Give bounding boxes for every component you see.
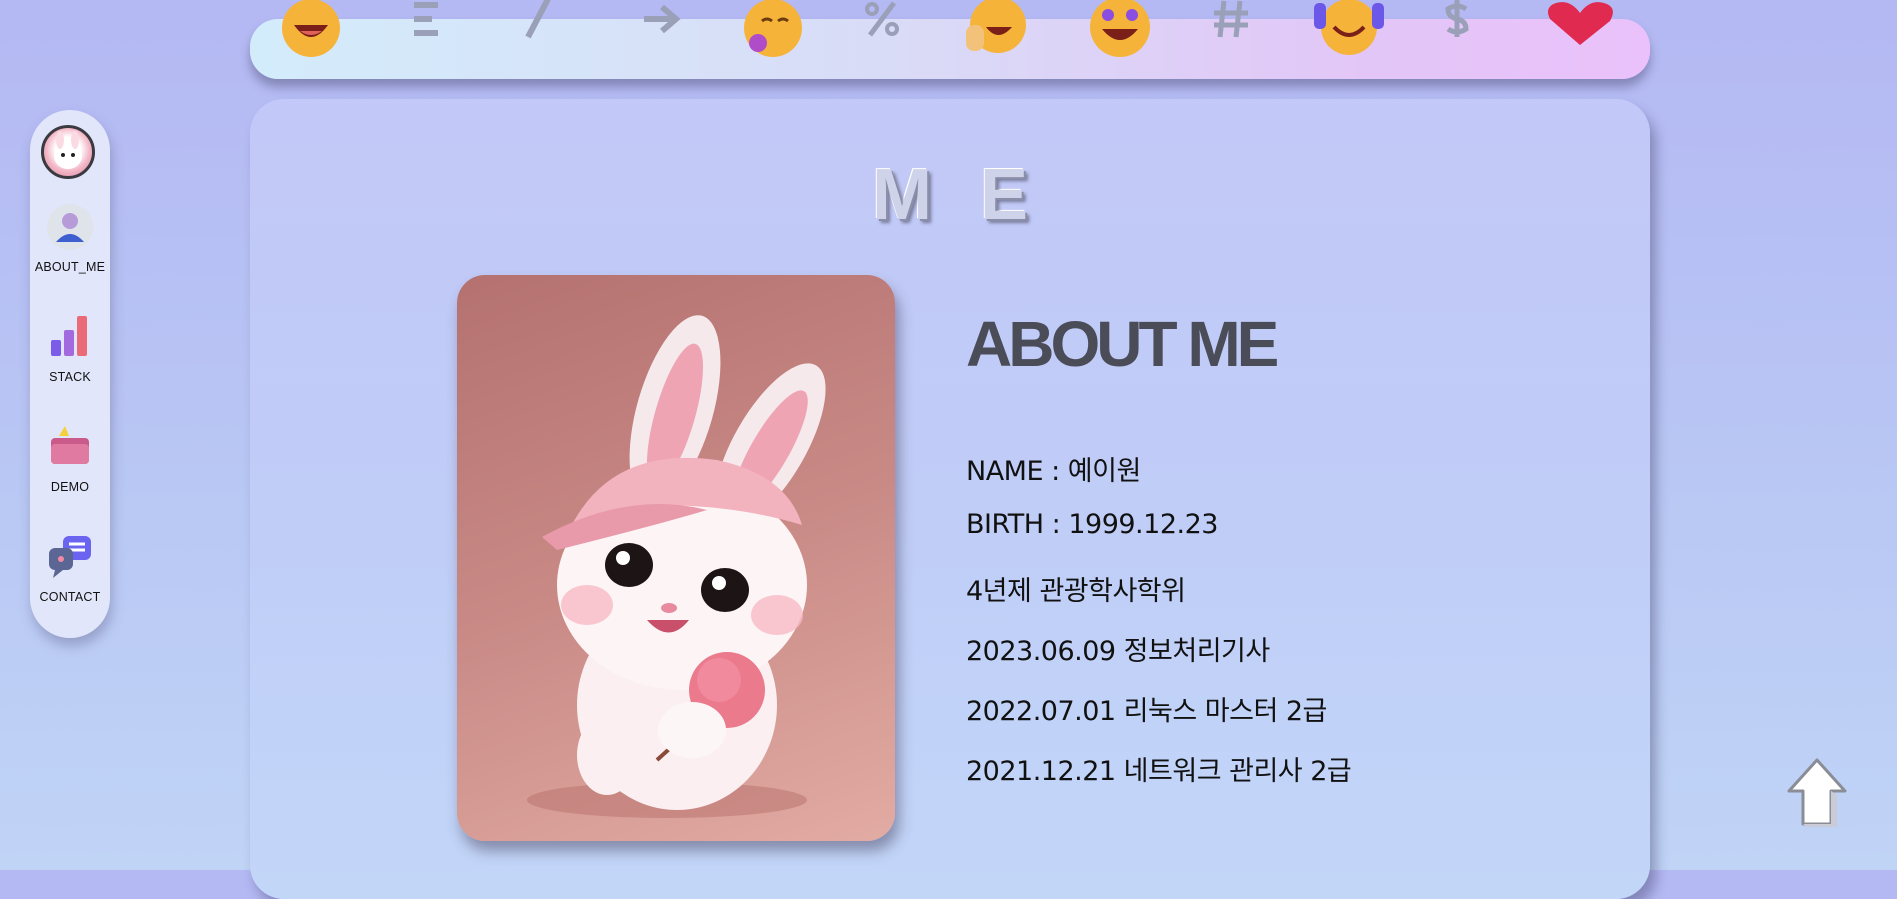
heart-emoji-icon [1540,0,1626,49]
scroll-top-arrow-icon [1787,758,1847,827]
info-certificate: 2023.06.09 정보처리기사 [966,636,1270,667]
victory-hand-emoji-icon [962,0,1028,59]
chrome-letter-decoration [408,0,448,39]
section-heading: ME [872,155,1076,235]
sidebar-nav: ABOUT_ME STACK DEMO CONTACT [30,110,110,638]
scroll-top-button[interactable] [1785,757,1849,827]
sidebar-item-contact[interactable]: CONTACT [30,532,110,604]
sidebar-item-demo[interactable]: DEMO [30,422,110,494]
emoji-banner [250,0,1650,79]
contact-chat-icon [45,532,95,582]
info-degree: 4년제 관광학사학위 [966,576,1186,607]
info-name: NAME : 예이원 [966,456,1141,487]
chrome-percent-decoration [862,0,902,39]
about-me-person-icon [45,202,95,252]
star-struck-emoji-icon [1088,0,1152,61]
sidebar-item-stack[interactable]: STACK [30,312,110,384]
info-certificate: 2022.07.01 리눅스 마스터 2급 [966,696,1327,727]
info-birth: BIRTH : 1999.12.23 [966,509,1218,540]
demo-folder-icon [45,422,95,472]
sidebar-item-label: CONTACT [39,590,101,604]
chrome-slash-decoration [518,0,558,39]
stack-bar-chart-icon [45,312,95,362]
kissing-emoji-icon [740,0,802,59]
chrome-dollar-decoration [1440,0,1474,39]
info-certificate: 2021.12.21 네트워크 관리사 2급 [966,756,1352,787]
profile-photo [457,275,895,841]
sidebar-item-about-me[interactable]: ABOUT_ME [30,202,110,274]
grinning-emoji-icon [280,0,342,59]
sidebar-item-label: STACK [49,370,91,384]
chrome-hash-decoration [1210,0,1252,39]
sidebar-item-label: ABOUT_ME [34,260,106,274]
headphone-emoji-icon [1312,0,1386,59]
about-me-title: ABOUT ME [966,308,1279,380]
avatar[interactable] [41,125,95,179]
sidebar-item-label: DEMO [50,480,90,494]
about-me-panel: ME ABOUT ME NAME: 예이원 BIRTH: 1999.12.2… [250,99,1650,899]
chrome-arrow-decoration [638,0,682,39]
